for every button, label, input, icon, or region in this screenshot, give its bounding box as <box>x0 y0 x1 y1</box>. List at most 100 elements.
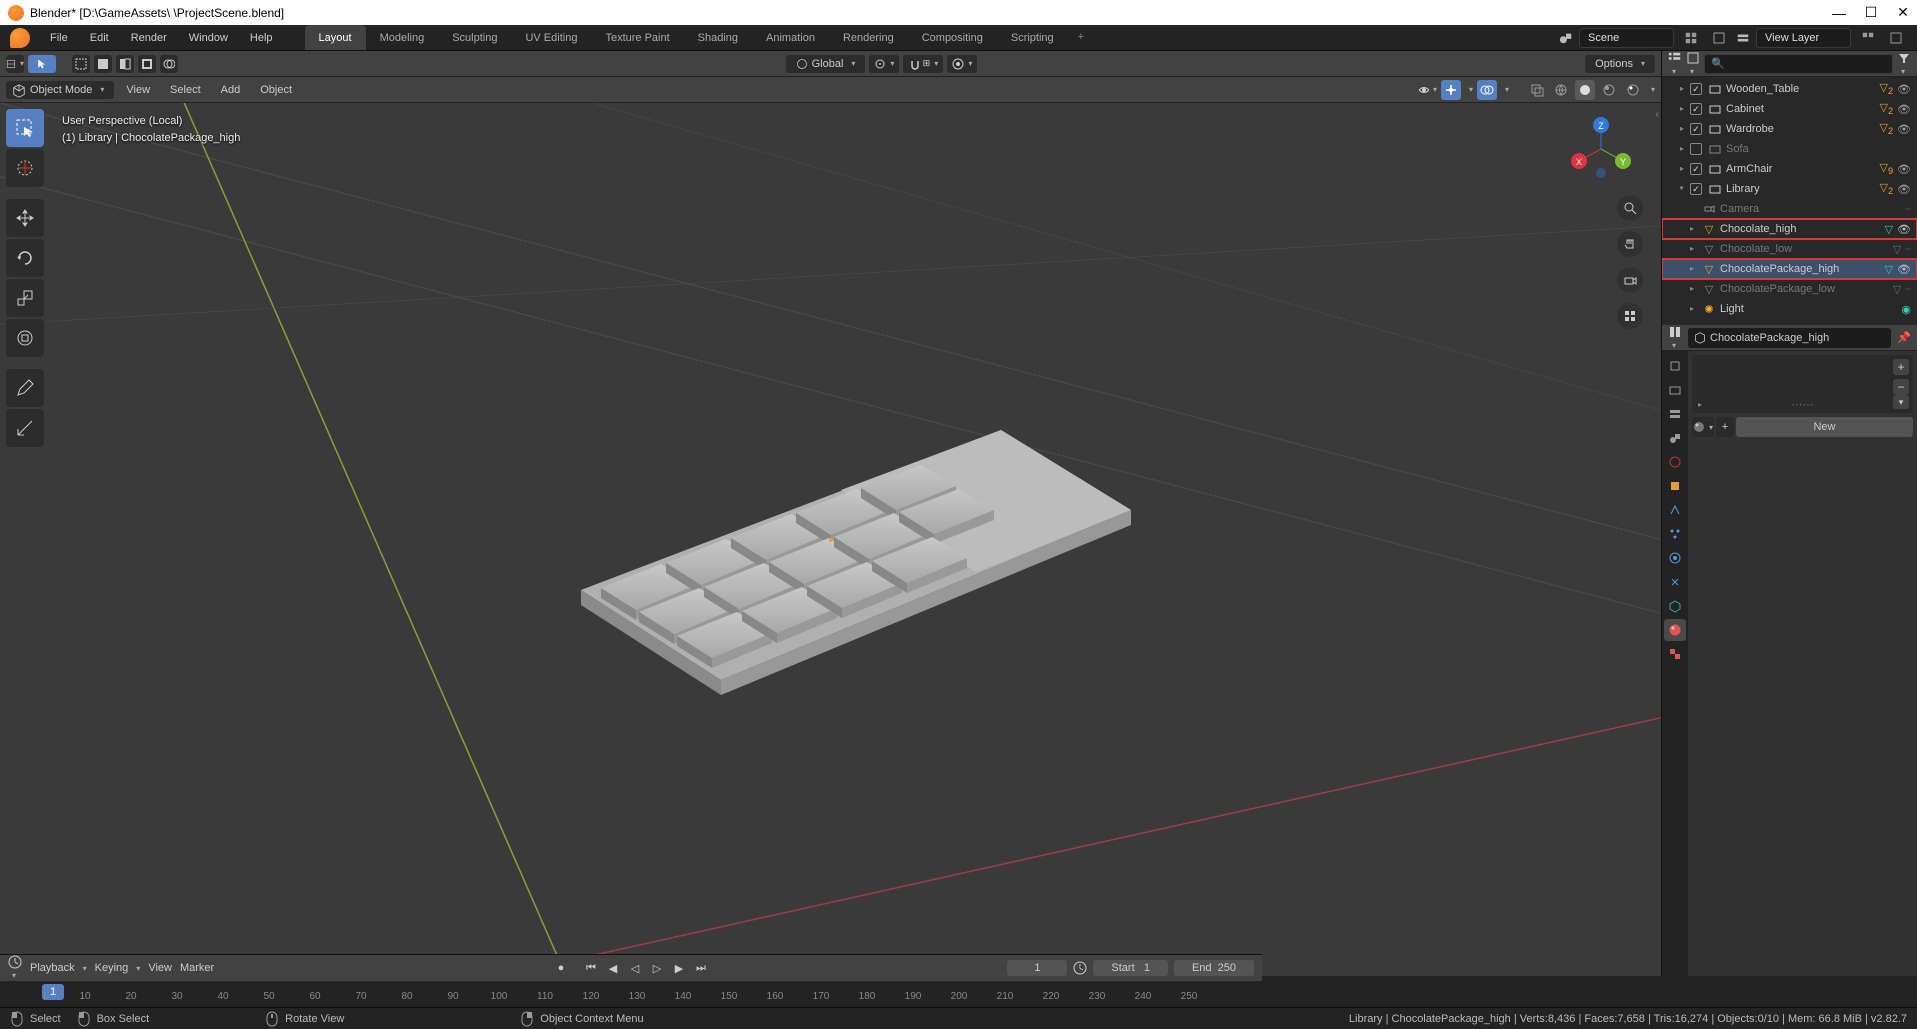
eye-closed-icon[interactable]: ⎯ <box>1906 283 1912 296</box>
navigation-gizmo[interactable]: X Y Z <box>1565 113 1637 185</box>
display-mode-icon[interactable]: ▾ <box>1686 51 1700 77</box>
drag-handle[interactable]: ⋯⋯ <box>1792 398 1814 411</box>
tab-material[interactable] <box>1664 619 1686 641</box>
options-menu[interactable]: Options▾ <box>1585 55 1655 73</box>
tab-texture[interactable] <box>1664 643 1686 665</box>
blender-icon[interactable] <box>10 28 30 48</box>
tab-compositing[interactable]: Compositing <box>908 25 997 50</box>
menu-edit[interactable]: Edit <box>80 27 119 49</box>
eye-icon[interactable]: 👁 <box>1897 223 1911 236</box>
outliner-item-library[interactable]: ▸Library▽2👁 <box>1662 179 1917 199</box>
eye-icon[interactable]: 👁 <box>1897 123 1911 136</box>
tab-world[interactable] <box>1664 451 1686 473</box>
tool-annotate[interactable] <box>6 369 44 407</box>
tab-object[interactable] <box>1664 475 1686 497</box>
eye-icon[interactable]: 👁 <box>1897 263 1911 276</box>
outliner-item-chocolate-package-high[interactable]: ▸▽ChocolatePackage_high▽👁 <box>1662 259 1917 279</box>
timeline-editor-icon[interactable]: ▾ <box>8 955 22 981</box>
next-keyframe-icon[interactable]: ▶ <box>669 959 689 977</box>
outliner-item-cabinet[interactable]: ▸Cabinet▽2👁 <box>1662 99 1917 119</box>
n-panel-toggle[interactable]: ‹ <box>1656 109 1659 120</box>
outliner-item-chocolate-high[interactable]: ▸▽Chocolate_high▽👁 <box>1662 219 1917 239</box>
tab-animation[interactable]: Animation <box>752 25 829 50</box>
play-reverse-icon[interactable]: ◁ <box>625 959 645 977</box>
scene-selector[interactable]: Scene <box>1579 28 1674 48</box>
perspective-toggle-icon[interactable] <box>1617 303 1643 329</box>
eye-icon[interactable]: 👁 <box>1897 103 1911 116</box>
jump-start-icon[interactable]: ⏮ <box>581 959 601 977</box>
start-frame-input[interactable]: Start 1 <box>1093 960 1168 976</box>
remove-slot-button[interactable]: − <box>1893 379 1909 395</box>
shading-wireframe-icon[interactable] <box>1551 80 1571 100</box>
transform-orientation[interactable]: Global▾ <box>786 55 866 73</box>
enable-checkbox[interactable] <box>1690 143 1702 155</box>
tool-cursor[interactable] <box>6 149 44 187</box>
view-menu[interactable]: View <box>148 962 172 974</box>
playback-menu[interactable]: Playback▾ <box>30 962 87 974</box>
outliner-item-chocolate-low[interactable]: ▸▽Chocolate_low▽⎯ <box>1662 239 1917 259</box>
eye-icon[interactable]: 👁 <box>1897 183 1911 196</box>
menu-select[interactable]: Select <box>162 81 209 99</box>
outliner-item-chocolate-package-low[interactable]: ▸▽ChocolatePackage_low▽⎯ <box>1662 279 1917 299</box>
filter-icon[interactable]: ▾ <box>1897 51 1911 77</box>
marker-menu[interactable]: Marker <box>180 962 214 974</box>
show-gizmo-icon[interactable] <box>1441 80 1461 100</box>
window-maximize[interactable]: ☐ <box>1865 7 1877 19</box>
tab-particles[interactable] <box>1664 523 1686 545</box>
tool-measure[interactable] <box>6 409 44 447</box>
add-slot-button[interactable]: + <box>1893 359 1909 375</box>
tool-move[interactable] <box>6 199 44 237</box>
toggle-select-icon[interactable] <box>116 55 134 73</box>
tab-texture-paint[interactable]: Texture Paint <box>591 25 683 50</box>
pivot-point[interactable]: ▾ <box>869 55 899 73</box>
shading-rendered-icon[interactable] <box>1623 80 1643 100</box>
select-all-icon[interactable] <box>72 55 90 73</box>
tool-transform[interactable] <box>6 319 44 357</box>
tab-scripting[interactable]: Scripting <box>997 25 1068 50</box>
eye-closed-icon[interactable]: ⎯ <box>1906 243 1912 256</box>
material-browse-icon[interactable]: ▾ <box>1692 417 1714 437</box>
menu-object[interactable]: Object <box>252 81 300 99</box>
eye-icon[interactable]: 👁 <box>1897 83 1911 96</box>
current-frame-input[interactable]: 1 <box>1007 960 1067 976</box>
tab-modeling[interactable]: Modeling <box>366 25 439 50</box>
outliner-item-camera[interactable]: Camera⎯ <box>1662 199 1917 219</box>
play-icon[interactable]: ▷ <box>647 959 667 977</box>
tab-modifiers[interactable] <box>1664 499 1686 521</box>
eye-icon[interactable]: 👁 <box>1897 163 1911 176</box>
outliner-item-sofa[interactable]: ▸Sofa <box>1662 139 1917 159</box>
outliner-item-wardrobe[interactable]: ▸Wardrobe▽2👁 <box>1662 119 1917 139</box>
window-close[interactable]: ✕ <box>1897 7 1909 19</box>
view-layer-browse-icon[interactable] <box>1857 28 1879 48</box>
preview-range-icon[interactable] <box>1073 961 1087 975</box>
menu-file[interactable]: File <box>40 27 78 49</box>
outliner-item-armchair[interactable]: ▸ArmChair▽9👁 <box>1662 159 1917 179</box>
sub-select-icon[interactable] <box>138 55 156 73</box>
new-material-button[interactable]: New <box>1736 417 1913 437</box>
slot-expand[interactable]: ▸ <box>1698 400 1702 409</box>
slot-specials-button[interactable]: ▾ <box>1893 395 1909 409</box>
select-tool-indicator[interactable] <box>28 55 56 73</box>
tab-rendering[interactable]: Rendering <box>829 25 908 50</box>
show-overlays-icon[interactable] <box>1477 80 1497 100</box>
gizmo-chevron[interactable]: ▾ <box>1469 85 1473 94</box>
3d-viewport[interactable]: User Perspective (Local) (1) Library | C… <box>0 103 1661 976</box>
jump-end-icon[interactable]: ⏭ <box>691 959 711 977</box>
window-minimize[interactable]: — <box>1833 7 1845 19</box>
enable-checkbox[interactable] <box>1690 163 1702 175</box>
tab-constraints[interactable] <box>1664 571 1686 593</box>
tool-select-box[interactable] <box>6 109 44 147</box>
outliner-item-light[interactable]: ▸✺Light◉ <box>1662 299 1917 319</box>
enable-checkbox[interactable] <box>1690 183 1702 195</box>
mode-selector[interactable]: Object Mode▾ <box>6 81 114 99</box>
zoom-icon[interactable] <box>1617 195 1643 221</box>
properties-breadcrumb[interactable]: ChocolatePackage_high <box>1688 328 1891 348</box>
outliner-editor-icon[interactable]: ▾ <box>1668 51 1682 77</box>
intersect-select-icon[interactable] <box>160 55 178 73</box>
prev-keyframe-icon[interactable]: ◀ <box>603 959 623 977</box>
proportional-edit[interactable]: ▾ <box>947 55 977 73</box>
view-layer-selector[interactable]: View Layer <box>1756 28 1851 48</box>
tab-output[interactable] <box>1664 379 1686 401</box>
tab-mesh-data[interactable] <box>1664 595 1686 617</box>
tab-uv-editing[interactable]: UV Editing <box>511 25 591 50</box>
